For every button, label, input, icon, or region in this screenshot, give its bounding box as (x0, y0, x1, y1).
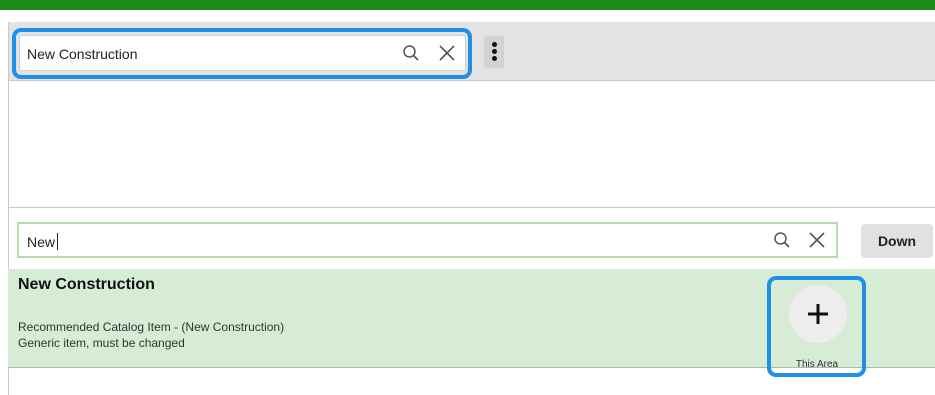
kebab-dot (492, 49, 497, 54)
filter-input-text: New (27, 233, 59, 250)
kebab-dot (492, 56, 497, 61)
header-green-bar (0, 0, 935, 10)
more-options-button[interactable] (484, 36, 504, 68)
filter-input-value: New (27, 234, 56, 250)
search-field[interactable]: New Construction (19, 35, 466, 71)
result-note: Generic item, must be changed (18, 336, 185, 350)
add-button[interactable] (789, 285, 847, 343)
add-button-label: This Area (795, 359, 839, 370)
empty-panel (8, 81, 935, 208)
plus-icon (808, 304, 828, 324)
down-button[interactable]: Down (861, 224, 933, 258)
result-title: New Construction (18, 276, 155, 293)
search-icon[interactable] (771, 229, 793, 251)
clear-icon[interactable] (806, 229, 828, 251)
text-caret (57, 233, 59, 250)
result-description: Recommended Catalog Item - (New Construc… (18, 320, 285, 334)
filter-input[interactable]: New (17, 222, 838, 258)
clear-icon[interactable] (436, 42, 458, 64)
search-field-value: New Construction (27, 46, 138, 62)
search-icon[interactable] (400, 42, 422, 64)
kebab-dot (492, 42, 497, 47)
